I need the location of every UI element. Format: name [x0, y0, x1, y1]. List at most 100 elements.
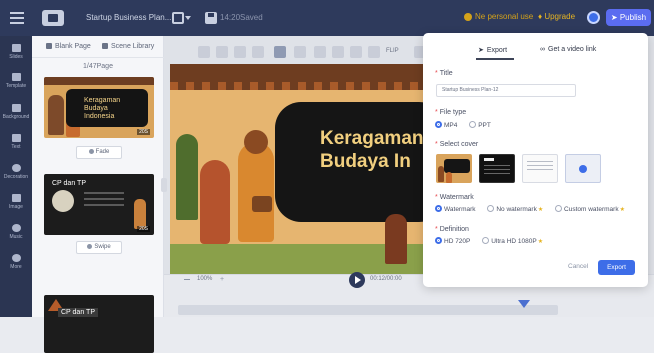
label-text: Title: [439, 70, 453, 77]
crop-icon[interactable]: [294, 46, 306, 58]
rail-label: Decoration: [3, 174, 29, 180]
option-label: MP4: [444, 122, 458, 130]
tab-scene-library[interactable]: Scene Library: [102, 43, 154, 50]
cover-upload-option[interactable]: [565, 154, 601, 183]
flip-button[interactable]: FLIP: [386, 48, 399, 54]
tab-video-link[interactable]: ∞ Get a video link: [540, 46, 596, 53]
export-button[interactable]: Export: [598, 260, 635, 275]
chevron-down-icon[interactable]: [185, 16, 191, 20]
select-icon[interactable]: [274, 46, 286, 58]
decoration-icon: [11, 164, 21, 172]
send-icon: ➤: [478, 47, 484, 54]
slide-thumbnail-3[interactable]: CP dan TP: [44, 295, 154, 353]
radio-icon: [435, 237, 442, 244]
radio-icon: [435, 205, 442, 212]
rail-item-template[interactable]: Template: [0, 73, 32, 89]
tab-label: Blank Page: [55, 43, 91, 50]
cancel-button[interactable]: Cancel: [568, 263, 588, 270]
zoom-out-icon[interactable]: [184, 279, 190, 280]
radio-ppt[interactable]: PPT: [469, 121, 491, 129]
rail-item-image[interactable]: Image: [0, 194, 32, 210]
circle-shape: [52, 190, 74, 212]
radio-uhd-1080p[interactable]: Ultra HD 1080P★: [482, 237, 544, 246]
transition-button[interactable]: Swipe: [76, 241, 122, 254]
app-logo[interactable]: [42, 10, 64, 26]
file-type-group: MP4 PPT: [435, 121, 501, 130]
radio-icon: [435, 121, 442, 128]
publish-button[interactable]: ➤ Publish: [606, 9, 651, 26]
upgrade-label: Upgrade: [544, 12, 576, 21]
slide-title[interactable]: Keragaman Budaya In: [320, 127, 426, 173]
radio-hd-720p[interactable]: HD 720P: [435, 237, 471, 246]
delete-icon[interactable]: [252, 46, 264, 58]
boy-head-illustration: [244, 130, 268, 154]
cover-option-3[interactable]: [522, 154, 558, 183]
slide-thumbnail-1[interactable]: Keragaman Budaya Indonesia 20S: [44, 77, 154, 138]
plan-badge[interactable]: Ne personal use: [464, 12, 533, 21]
plan-label: Ne personal use: [475, 12, 534, 21]
undo-icon[interactable]: [198, 46, 210, 58]
radio-custom-watermark[interactable]: Custom watermark★: [555, 205, 625, 213]
collapse-panel-handle[interactable]: [161, 178, 167, 192]
playhead[interactable]: [518, 300, 530, 308]
thumbnail-title: CP dan TP: [58, 308, 98, 317]
page-panel: Blank Page Scene Library 1/47Page Keraga…: [32, 36, 164, 353]
radio-icon: [482, 237, 490, 244]
radio-icon: [469, 121, 477, 128]
cover-option-1[interactable]: [436, 154, 472, 183]
pen-icon[interactable]: [332, 46, 344, 58]
roof-decoration: [170, 64, 426, 90]
option-label: HD 720P: [444, 238, 471, 246]
radio-no-watermark[interactable]: No watermark★: [487, 205, 543, 213]
rail-item-background[interactable]: Background: [0, 104, 32, 120]
tab-export[interactable]: ➤ Export: [478, 46, 507, 54]
upgrade-link[interactable]: ♦ Upgrade: [538, 12, 575, 21]
cover-option-2[interactable]: [479, 154, 515, 183]
rail-item-text[interactable]: Text: [0, 134, 32, 150]
zoom-in-icon[interactable]: +: [220, 276, 224, 283]
tab-label: Get a video link: [548, 46, 597, 53]
tab-label: Scene Library: [111, 43, 155, 50]
figure: [438, 166, 444, 182]
video-icon[interactable]: [314, 46, 326, 58]
slide-canvas[interactable]: Keragaman Budaya In: [170, 64, 426, 274]
tab-blank-page[interactable]: Blank Page: [46, 43, 91, 50]
label-text: Definition: [439, 226, 469, 233]
rail-item-decoration[interactable]: Decoration: [0, 164, 32, 180]
tool-rail: Slides Template Background Text Decorati…: [0, 36, 32, 317]
transition-button[interactable]: Fade: [76, 146, 122, 159]
avatar[interactable]: [587, 11, 600, 24]
zoom-level: 100%: [197, 276, 213, 282]
layout-icon[interactable]: [172, 12, 184, 24]
slide-thumbnail-2[interactable]: CP dan TP 20S: [44, 174, 154, 235]
rail-item-music[interactable]: Music: [0, 224, 32, 240]
radio-mp4[interactable]: MP4: [435, 121, 458, 130]
transition-label: Swipe: [94, 244, 111, 250]
option-label: Watermark: [444, 206, 476, 214]
boy-illustration: [238, 142, 274, 242]
document-title[interactable]: Startup Business Plan...: [86, 13, 171, 22]
top-bar: Startup Business Plan... 14:20Saved Ne p…: [0, 0, 654, 36]
label-text: Select cover: [439, 141, 479, 148]
save-status: 14:20Saved: [220, 13, 263, 22]
send-icon: ➤: [610, 13, 618, 22]
timeline-track[interactable]: [178, 305, 558, 315]
rail-item-slides[interactable]: Slides: [0, 44, 32, 60]
menu-icon[interactable]: [10, 12, 24, 24]
cover-label: * Select cover: [435, 141, 479, 148]
save-icon[interactable]: [205, 12, 217, 24]
rail-item-more[interactable]: More: [0, 254, 32, 270]
film-icon[interactable]: [368, 46, 380, 58]
premium-star-icon: ★: [537, 239, 544, 246]
active-tab-indicator: [476, 58, 514, 60]
redo-icon[interactable]: [216, 46, 228, 58]
rail-label: Slides: [9, 54, 23, 60]
copy-icon[interactable]: [234, 46, 246, 58]
radio-watermark[interactable]: Watermark: [435, 205, 476, 214]
play-button[interactable]: [349, 272, 365, 288]
layer-icon[interactable]: [350, 46, 362, 58]
label-text: Watermark: [439, 194, 474, 201]
title-input[interactable]: Startup Business Plan-12: [436, 84, 576, 97]
transition-label: Fade: [95, 149, 110, 155]
tab-label: Export: [486, 47, 508, 54]
